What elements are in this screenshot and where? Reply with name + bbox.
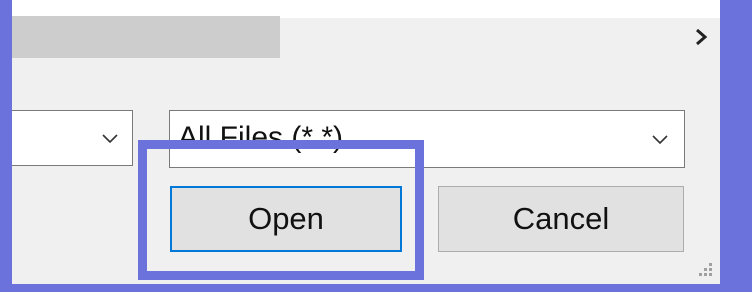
scroll-right-button[interactable]	[686, 22, 716, 52]
resize-grip-icon[interactable]	[696, 260, 714, 278]
chevron-down-icon	[652, 135, 668, 145]
file-type-value: All Files (*.*)	[178, 121, 344, 154]
horizontal-scrollbar-thumb[interactable]	[12, 16, 280, 58]
file-type-dropdown[interactable]: All Files (*.*)	[169, 110, 685, 168]
chevron-right-icon	[696, 28, 708, 46]
open-button[interactable]: Open	[170, 186, 402, 252]
file-open-dialog: All Files (*.*) Open Cancel	[12, 0, 720, 284]
file-name-combobox[interactable]	[12, 110, 133, 166]
highlight-frame-bottom	[0, 284, 752, 292]
chevron-down-icon	[102, 134, 118, 144]
highlight-frame-left	[0, 0, 12, 292]
cancel-button[interactable]: Cancel	[438, 186, 684, 252]
